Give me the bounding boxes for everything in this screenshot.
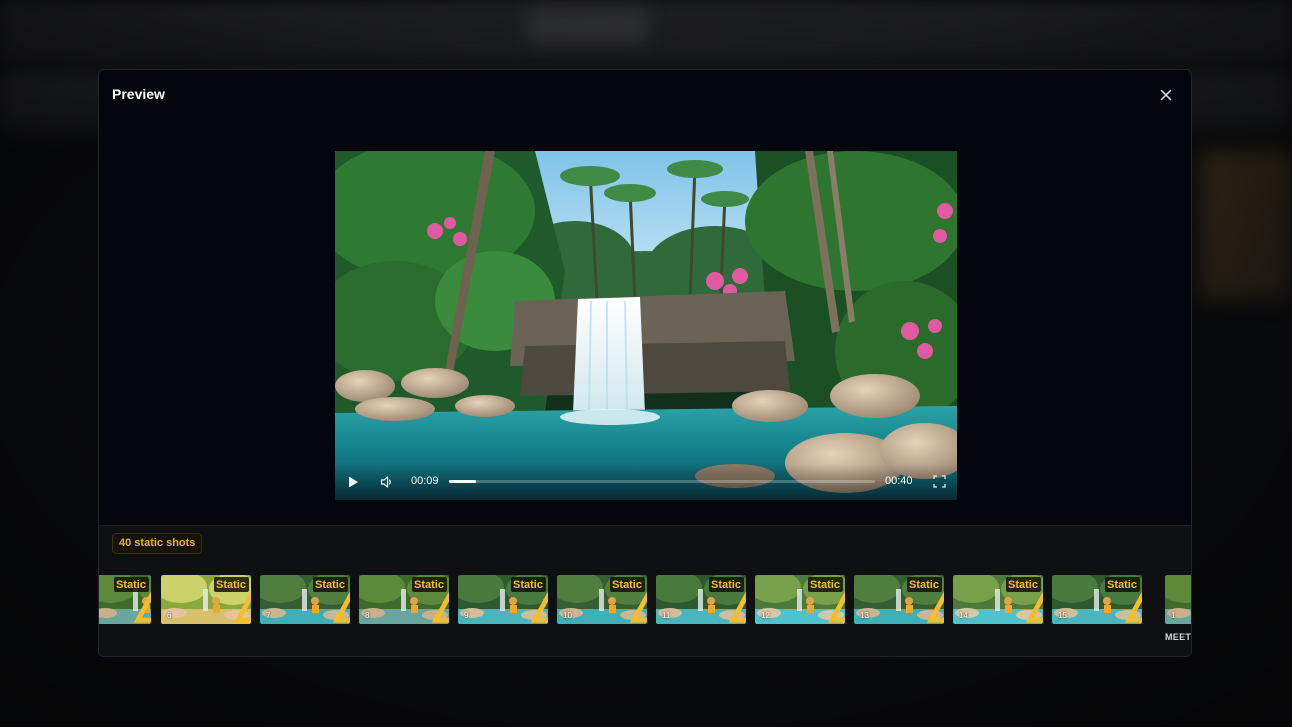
warning-icon [332, 591, 350, 623]
current-time: 00:09 [411, 475, 439, 487]
shot-thumbnail[interactable]: 9 Static [458, 575, 548, 624]
warning-icon [133, 591, 151, 623]
shot-thumbnail[interactable]: 10 Static [557, 575, 647, 624]
static-warning-badge: Static [1006, 577, 1043, 623]
warning-icon [728, 591, 746, 623]
warning-icon [1025, 591, 1043, 623]
shot-number: 6 [167, 611, 172, 620]
static-warning-badge: Static [709, 577, 746, 623]
shot-thumbnails: Static 6 Static 7 Static 8 Static 9 Static 10 Stat… [99, 575, 1191, 655]
next-group-label: MEETI [1165, 632, 1192, 642]
close-icon [1160, 89, 1172, 101]
static-warning-badge: Static [1105, 577, 1142, 623]
shot-number: 15 [1058, 611, 1067, 620]
static-warning-badge: Static [907, 577, 944, 623]
video-player[interactable]: 00:09 00:40 [335, 151, 957, 500]
progress-bar[interactable] [449, 480, 875, 483]
static-warning-badge: Static [214, 577, 251, 623]
static-warning-badge: Static [610, 577, 647, 623]
warning-icon [827, 591, 845, 623]
shot-thumbnail[interactable]: 7 Static [260, 575, 350, 624]
warning-icon [530, 591, 548, 623]
shots-strip: 40 static shots Static 6 Static 7 Static 8 Sta… [99, 525, 1192, 656]
shot-number: 9 [464, 611, 469, 620]
progress-fill [449, 480, 476, 483]
total-time: 00:40 [885, 475, 913, 487]
shot-number: 1 [1171, 611, 1176, 620]
shot-thumbnail[interactable]: 6 Static [161, 575, 251, 624]
shot-number: 12 [761, 611, 770, 620]
shot-number: 10 [563, 611, 572, 620]
modal-title: Preview [112, 86, 165, 102]
shot-thumbnail[interactable]: Static [99, 575, 151, 624]
static-warning-badge: Static [511, 577, 548, 623]
warning-icon [431, 591, 449, 623]
fullscreen-button[interactable] [932, 474, 947, 489]
warning-icon [233, 591, 251, 623]
close-button[interactable] [1155, 84, 1177, 106]
static-warning-badge: Static [114, 577, 151, 623]
shot-thumbnail[interactable]: 12 Static [755, 575, 845, 624]
static-shots-badge: 40 static shots [112, 533, 203, 554]
preview-modal: Preview 00:09 00:40 40 static shots Stat… [98, 69, 1192, 657]
shot-thumbnail[interactable]: 8 Static [359, 575, 449, 624]
shot-number: 13 [860, 611, 869, 620]
fullscreen-icon [933, 475, 946, 488]
modal-header: Preview [99, 70, 1191, 118]
volume-icon [380, 476, 391, 488]
shot-thumbnail[interactable]: 15 Static [1052, 575, 1142, 624]
shot-thumbnail[interactable]: 11 Static [656, 575, 746, 624]
video-frame [335, 151, 957, 500]
warning-icon [1124, 591, 1142, 623]
shot-thumbnail[interactable]: 1 [1165, 575, 1191, 624]
warning-icon [629, 591, 647, 623]
shot-thumbnail[interactable]: 13 Static [854, 575, 944, 624]
play-button[interactable] [345, 474, 361, 490]
video-controls: 00:09 00:40 [335, 464, 957, 500]
warning-icon [926, 591, 944, 623]
static-warning-badge: Static [313, 577, 350, 623]
shot-number: 7 [266, 611, 271, 620]
shot-number: 14 [959, 611, 968, 620]
shot-thumbnail[interactable]: 14 Static [953, 575, 1043, 624]
shot-number: 11 [662, 611, 671, 620]
shot-image [1165, 575, 1191, 624]
volume-button[interactable] [379, 474, 395, 490]
shot-number: 8 [365, 611, 370, 620]
static-warning-badge: Static [412, 577, 449, 623]
play-icon [349, 476, 358, 488]
static-warning-badge: Static [808, 577, 845, 623]
